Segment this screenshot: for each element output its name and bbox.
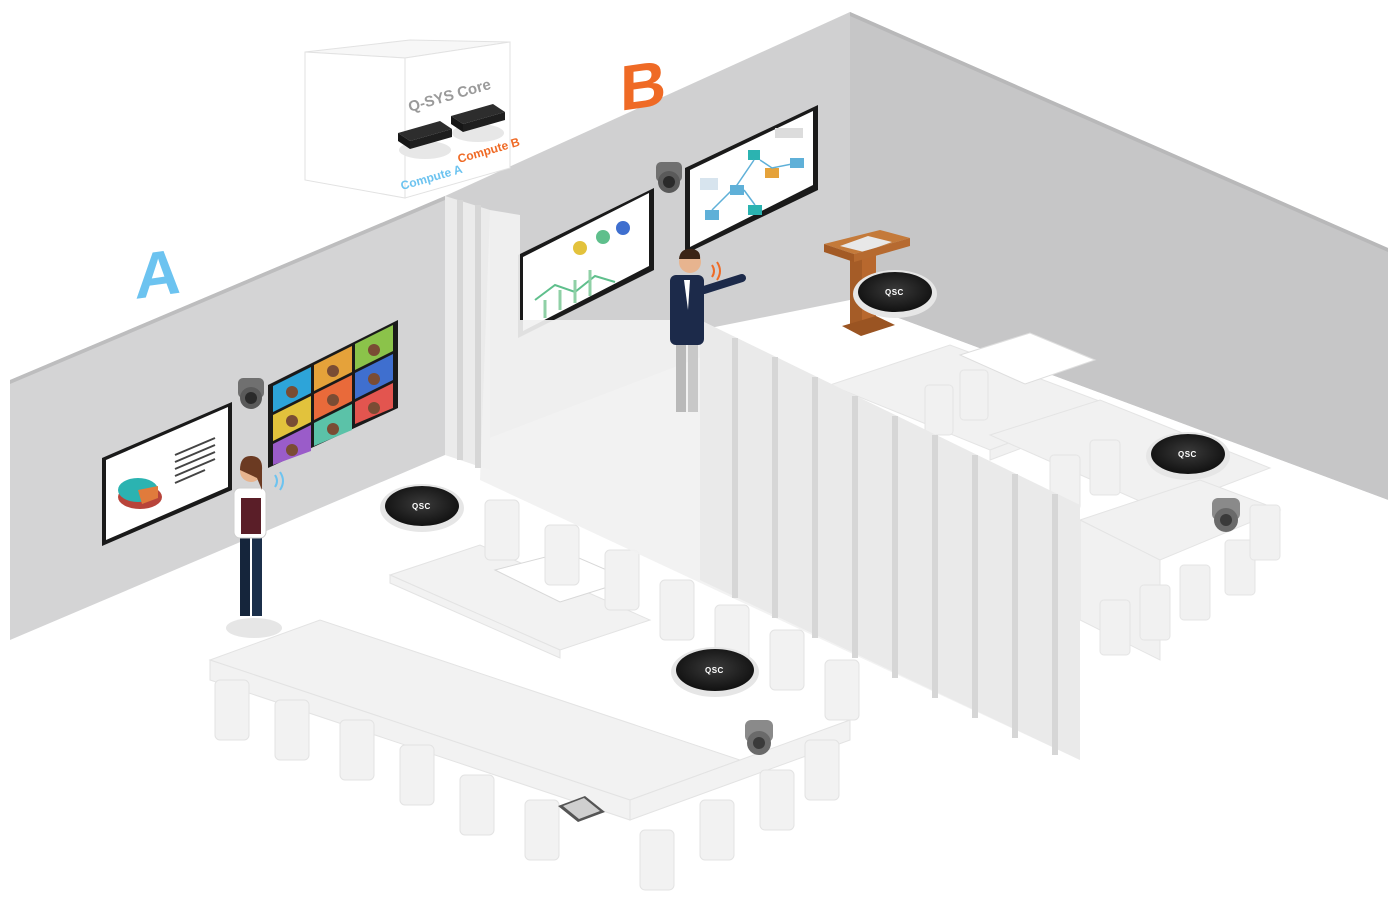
mic-brand: QSC: [412, 502, 431, 511]
ceiling-mic-icon: QSC: [853, 270, 937, 318]
ceiling-mic-icon: QSC: [671, 647, 759, 697]
mic-brand: QSC: [1178, 450, 1197, 459]
mic-brand: QSC: [705, 666, 724, 675]
ceiling-mic-icon: QSC: [1146, 432, 1230, 480]
ceiling-mic-icon: QSC: [380, 484, 464, 532]
ptz-camera-icon: [1212, 498, 1240, 532]
qsys-core-cabinet: Q-SYS Core Compute A Compute B: [304, 39, 522, 199]
mic-brand: QSC: [885, 288, 904, 297]
ptz-camera-icon: [745, 720, 773, 755]
room-b-label: B: [620, 47, 666, 125]
room-a-label: A: [135, 235, 181, 313]
meeting-space-illustration: Q-SYS Core Compute A Compute B A B QSC Q…: [10, 12, 1388, 891]
